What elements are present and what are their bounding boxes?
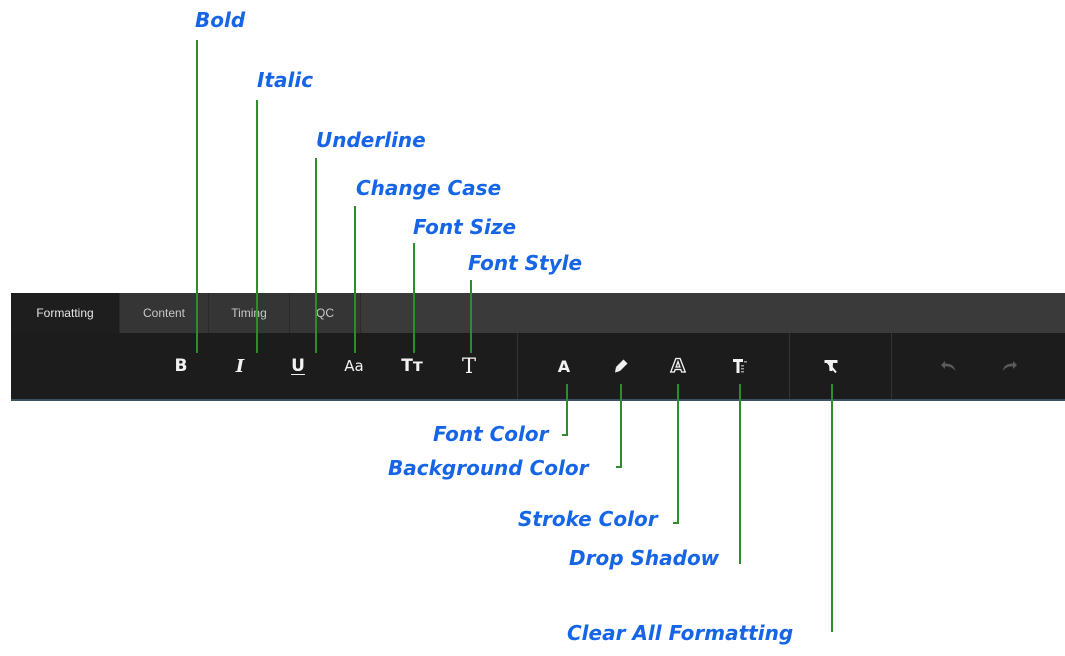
font-style-button[interactable]: T — [454, 351, 484, 381]
font-color-icon: A — [557, 356, 571, 376]
background-color-button[interactable] — [606, 351, 636, 381]
clear-formatting-leader-line — [831, 384, 833, 632]
background-color-leader-tick — [616, 466, 622, 468]
underline-icon: U — [291, 356, 305, 376]
drop-shadow-annotation: Drop Shadow — [569, 546, 720, 570]
background-color-annotation: Background Color — [388, 456, 589, 480]
toolbar-divider — [891, 333, 892, 399]
bold-icon: B — [174, 356, 188, 376]
undo-icon — [940, 359, 958, 373]
drop-shadow-icon — [732, 357, 748, 375]
tab-qc[interactable]: QC — [290, 293, 361, 333]
change-case-icon: Aa — [344, 357, 364, 375]
bold-button[interactable]: B — [166, 351, 196, 381]
toolbar-divider — [789, 333, 790, 399]
toolbar-bottom-border — [11, 399, 1065, 401]
drop-shadow-leader-line — [739, 384, 741, 564]
font-style-icon: T — [461, 354, 476, 378]
background-color-leader-line — [620, 384, 622, 468]
font-color-annotation: Font Color — [433, 422, 549, 446]
change-case-leader-line — [354, 206, 356, 353]
clear-all-formatting-annotation: Clear All Formatting — [567, 621, 794, 645]
italic-button[interactable]: I — [225, 351, 255, 381]
stroke-color-button[interactable]: A — [663, 351, 693, 381]
font-size-leader-line — [413, 243, 415, 353]
font-style-annotation: Font Style — [468, 251, 583, 275]
italic-icon: I — [235, 355, 245, 377]
redo-icon — [1000, 359, 1018, 373]
stroke-color-leader-tick — [673, 522, 679, 524]
underline-annotation: Underline — [316, 128, 426, 152]
italic-leader-line — [256, 100, 258, 353]
tab-timing[interactable]: Timing — [209, 293, 290, 333]
font-color-leader-tick — [562, 434, 568, 436]
italic-annotation: Italic — [257, 68, 314, 92]
font-size-icon: Tт — [401, 356, 423, 376]
toolbar-divider — [517, 333, 518, 399]
redo-button[interactable] — [994, 351, 1024, 381]
font-style-leader-line — [470, 280, 472, 353]
drop-shadow-button[interactable] — [725, 351, 755, 381]
font-color-leader-line — [566, 384, 568, 436]
underline-leader-line — [315, 158, 317, 353]
change-case-annotation: Change Case — [356, 176, 502, 200]
font-size-annotation: Font Size — [413, 215, 517, 239]
change-case-button[interactable]: Aa — [339, 351, 369, 381]
tab-bar: Formatting Content Timing QC — [11, 293, 1065, 333]
bold-leader-line — [196, 40, 198, 353]
stroke-color-icon: A — [670, 354, 686, 377]
bold-annotation: Bold — [195, 8, 246, 32]
font-size-button[interactable]: Tт — [397, 351, 427, 381]
stroke-color-leader-line — [677, 384, 679, 524]
font-color-button[interactable]: A — [549, 351, 579, 381]
undo-button[interactable] — [934, 351, 964, 381]
caption-editor-toolbar-panel: Formatting Content Timing QC B I U Aa Tт… — [11, 293, 1065, 401]
underline-button[interactable]: U — [283, 351, 313, 381]
clear-formatting-icon — [823, 358, 839, 374]
stroke-color-annotation: Stroke Color — [518, 507, 658, 531]
background-color-icon — [613, 358, 629, 374]
clear-all-formatting-button[interactable] — [816, 351, 846, 381]
tab-formatting[interactable]: Formatting — [11, 293, 120, 333]
